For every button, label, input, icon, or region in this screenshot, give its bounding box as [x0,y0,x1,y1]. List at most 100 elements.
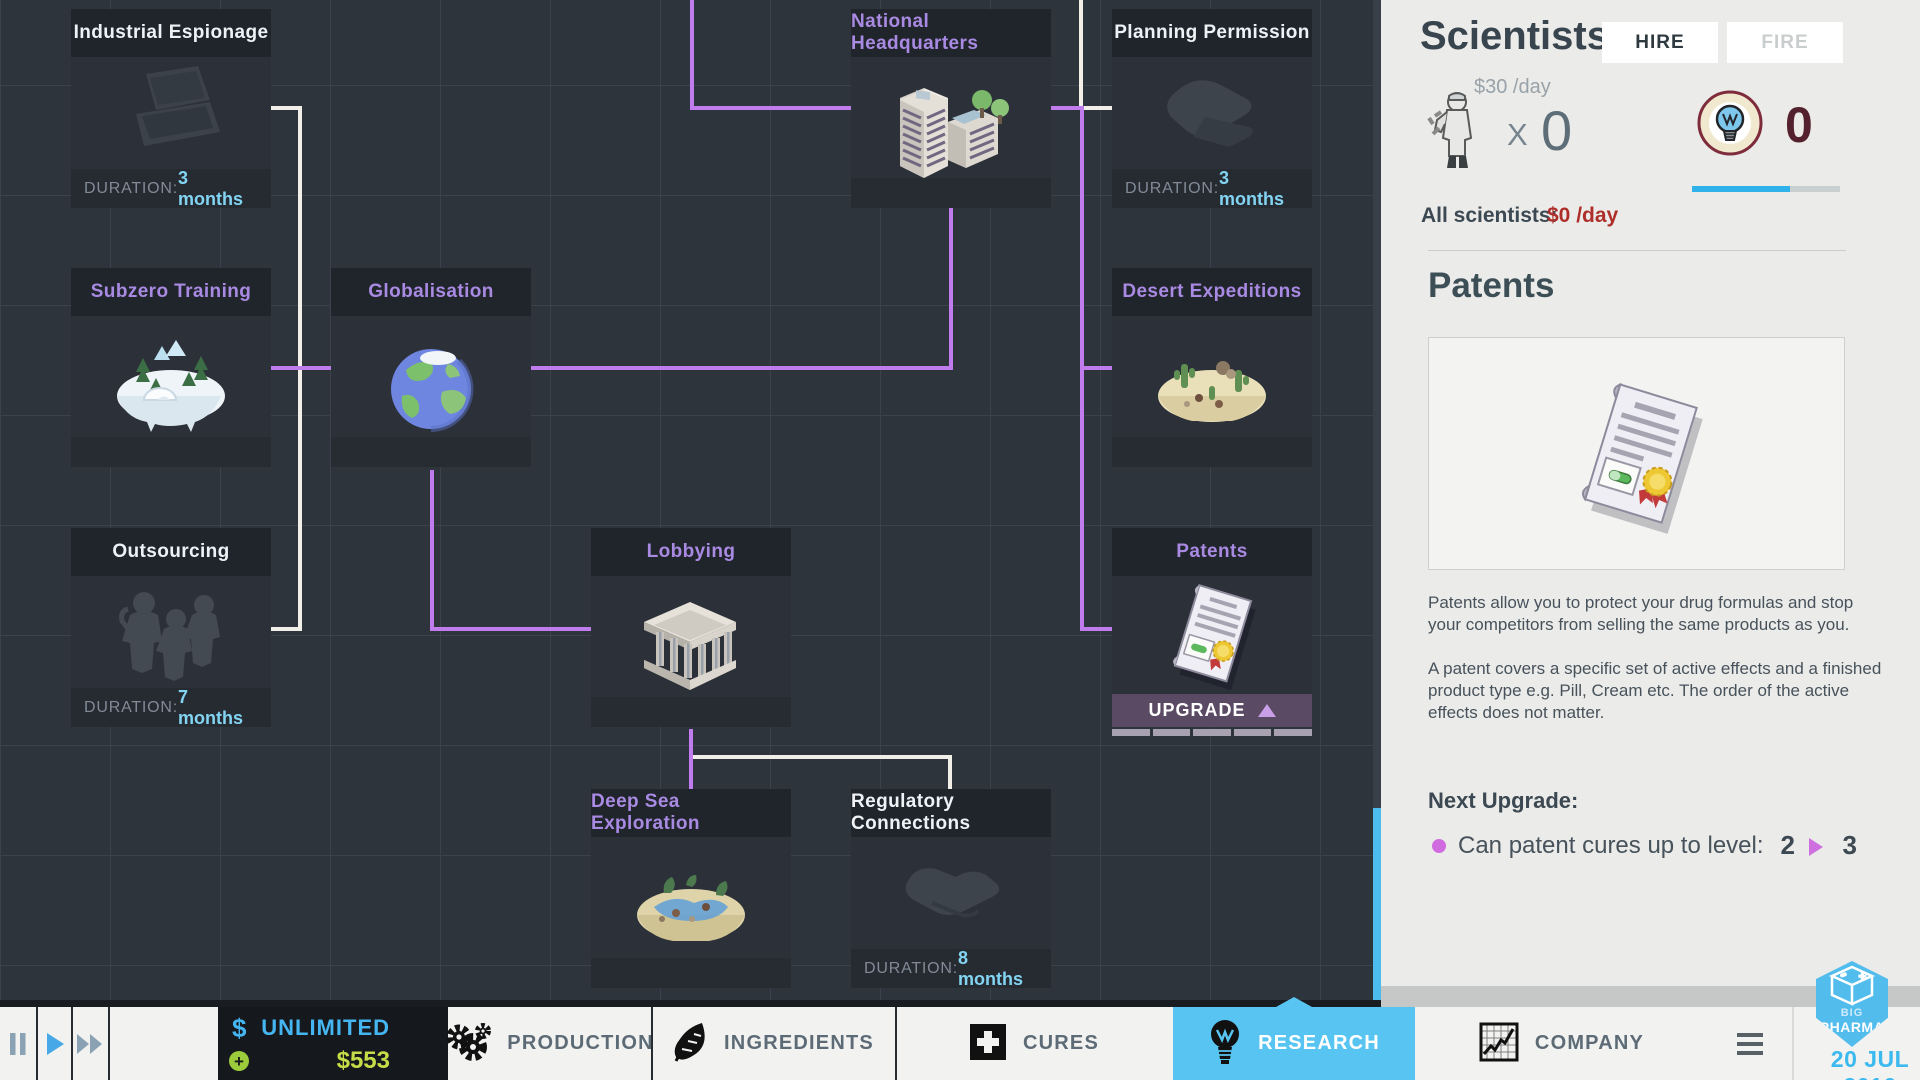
hire-button[interactable]: HIRE [1602,22,1718,63]
rock-icon [1147,61,1277,166]
connection-line-white [1079,0,1112,110]
patent-scroll-illustration [1581,382,1703,534]
connection-line-purple [530,208,953,370]
duration-label: DURATION: [1125,179,1220,197]
node-duration-row: DURATION: 7 months [71,686,271,728]
gears-icon [445,1021,492,1066]
menu-bar-icon [1737,1032,1763,1037]
bulb-icon [1208,1019,1242,1068]
separator [1792,1007,1794,1080]
upgrade-progress-segment [1112,729,1150,736]
scientist-icon [1425,90,1483,179]
tab-company[interactable]: COMPANY [1415,1007,1708,1080]
scientist-count: 0 [1541,99,1573,162]
cross-icon [969,1023,1007,1064]
node-title: National Headquarters [851,11,979,54]
research-node-national-headquarters[interactable]: National Headquarters [851,9,1051,208]
hamburger-menu-button[interactable] [1708,1007,1792,1080]
node-header: Patents [1112,528,1312,576]
knowledge-bulb-icon [1697,90,1763,161]
upgrade-triangle-icon [1257,704,1276,717]
research-node-deep-sea-exploration[interactable]: Deep Sea Exploration [591,789,791,988]
research-node-globalisation[interactable]: Globalisation [331,268,531,467]
node-bottom-strip [331,437,531,467]
node-title: Planning Permission [1114,22,1310,43]
node-header: Regulatory Connections [851,789,1051,837]
upgrade-arrow-icon [1809,838,1823,856]
leaf-icon [672,1021,708,1066]
node-header: Desert Expeditions [1112,268,1312,316]
duration-value: 7 months [178,686,244,728]
research-node-subzero-training[interactable]: Subzero Training [71,268,271,467]
upgrade-button[interactable]: UPGRADE [1112,694,1312,727]
node-body [851,837,1051,949]
upgrade-progress-segment [1152,729,1191,736]
island-snow-icon [106,334,236,449]
knowledge-progress-fill [1692,186,1790,192]
island-desert-icon [1147,334,1277,449]
handshake-icon [886,841,1016,946]
node-header: Deep Sea Exploration [591,789,791,837]
buildings-icon [886,70,1016,195]
tab-label: PRODUCTION [507,1032,654,1054]
temple-icon [626,594,756,709]
node-bottom-strip [71,437,271,467]
pause-button[interactable] [1,1007,35,1080]
research-node-outsourcing[interactable]: Outsourcing DURATION: 7 months [71,528,271,728]
node-header: Lobbying [591,528,791,576]
upgrade-effect-row: Can patent cures up to level: 2 3 [1428,830,1861,860]
description-paragraph-1: Patents allow you to protect your drug f… [1428,593,1854,634]
tab-production[interactable]: PRODUCTION [445,1007,654,1080]
knowledge-progress-bar [1692,186,1840,192]
connection-line-white [691,755,952,790]
bottom-toolbar: $ UNLIMITED + $553 PRODUCTION INGREDIENTS… [0,997,1920,1080]
menu-bar-icon [1737,1050,1763,1055]
game-date: 20 JUL 2016 [1830,1046,1910,1080]
research-node-regulatory-connections[interactable]: Regulatory Connections DURATION: 8 months [851,789,1051,989]
node-title: Subzero Training [90,281,252,302]
research-tree-canvas[interactable]: Industrial Espionage DURATION: 3 months Nat… [0,0,1381,1007]
tab-label: COMPANY [1534,1032,1645,1054]
research-node-patents[interactable]: Patents UPGRADE [1112,528,1312,736]
node-body [71,57,271,169]
tab-cures[interactable]: CURES [895,1007,1173,1080]
fire-button[interactable]: FIRE [1727,22,1843,63]
upgrade-effect-text: Can patent cures up to level: [1458,832,1764,859]
node-title: Outsourcing [112,541,230,562]
research-node-desert-expeditions[interactable]: Desert Expeditions [1112,268,1312,467]
globe-icon [376,334,486,449]
research-node-planning-permission[interactable]: Planning Permission DURATION: 3 months [1112,9,1312,209]
tab-ingredients[interactable]: INGREDIENTS [651,1007,895,1080]
research-node-industrial-espionage[interactable]: Industrial Espionage DURATION: 3 months [71,9,271,209]
node-bottom-strip [591,958,791,988]
research-info-panel: Scientists HIRE FIRE $30 /day X 0 0 All … [1381,0,1920,1007]
island-sea-icon [626,855,756,970]
node-header: Subzero Training [71,268,271,316]
tab-research[interactable]: RESEARCH [1173,1007,1415,1080]
upgrade-label: UPGRADE [1148,700,1246,720]
node-duration-row: DURATION: 3 months [1112,168,1312,209]
node-bottom-strip [1112,437,1312,467]
node-title: Desert Expeditions [1122,281,1302,302]
bullet-dot-icon [1432,839,1446,853]
profit-plus-icon: + [229,1051,249,1071]
fast-forward-button[interactable] [73,1007,107,1080]
upgrade-progress-segment [1193,729,1231,736]
upgrade-next-value: 3 [1842,830,1857,860]
play-button[interactable] [38,1007,72,1080]
money-status: UNLIMITED [261,1015,390,1040]
node-body [1112,576,1312,694]
node-duration-row: DURATION: 3 months [71,168,271,209]
patent-icon [1157,573,1267,698]
node-bottom-strip [851,178,1051,208]
tree-scrollbar-thumb[interactable] [1373,808,1381,1007]
selected-research-title: Patents [1428,266,1555,305]
knowledge-count: 0 [1785,97,1813,153]
node-header: National Headquarters [851,9,1051,57]
research-illustration-box [1428,337,1845,570]
research-node-lobbying[interactable]: Lobbying [591,528,791,727]
tree-scrollbar-track[interactable] [1373,0,1381,1007]
laptop-icon [106,56,236,171]
menu-bar-icon [1737,1041,1763,1046]
duration-label: DURATION: [84,179,179,197]
